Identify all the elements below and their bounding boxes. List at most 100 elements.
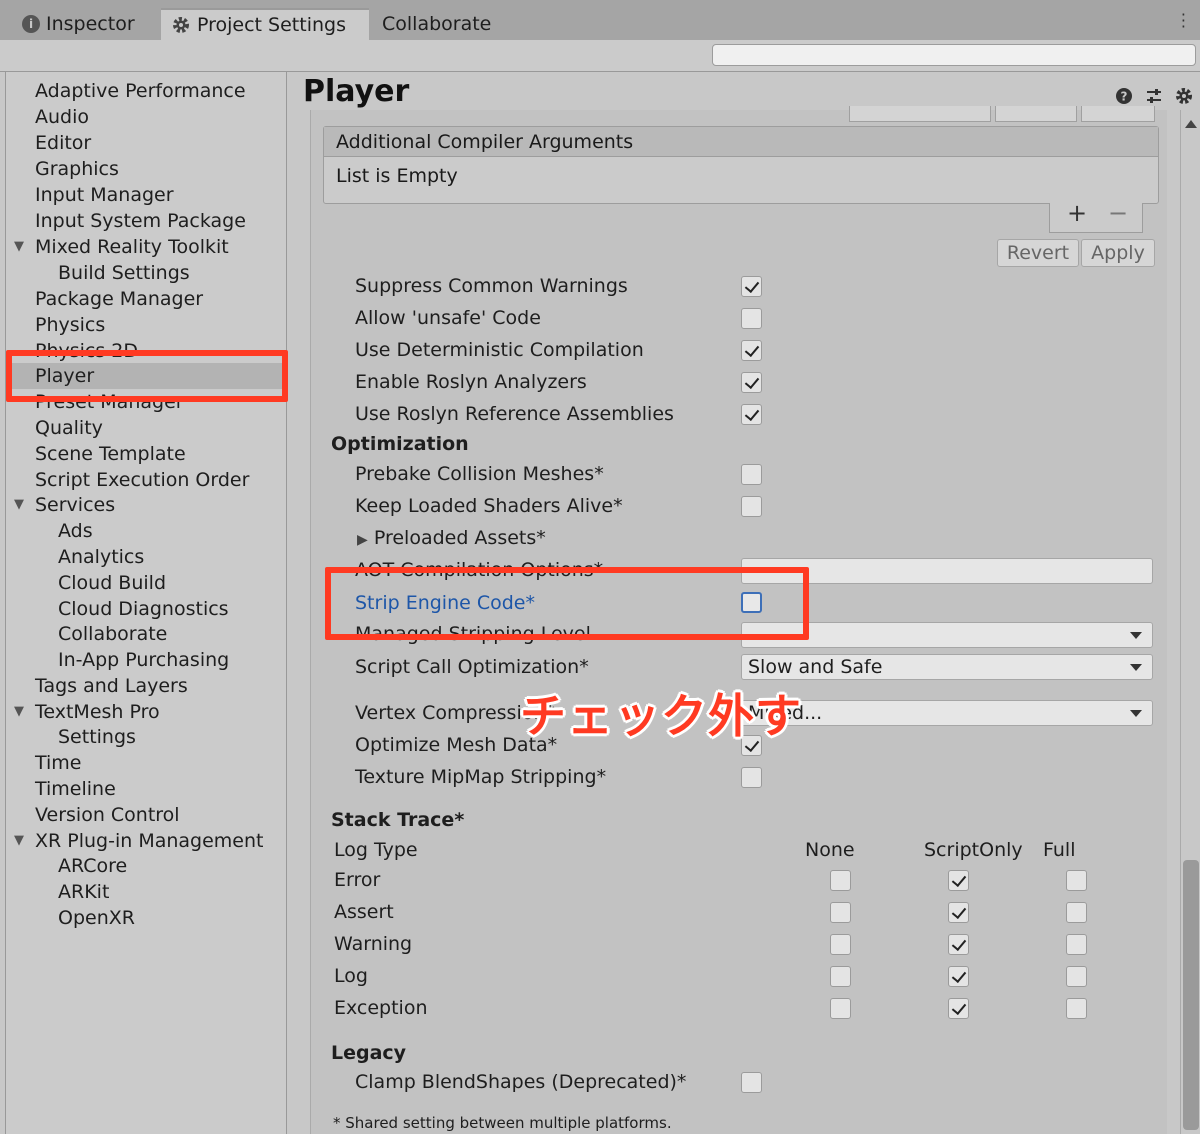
expand-arrow-icon[interactable]: ▼	[14, 492, 24, 518]
sidebar-item-in-app-purchasing[interactable]: In-App Purchasing	[6, 647, 286, 673]
sidebar-item-openxr[interactable]: OpenXR	[6, 905, 286, 931]
assert-full-checkbox[interactable]	[1066, 902, 1087, 923]
sidebar-item-label: Mixed Reality Toolkit	[35, 236, 229, 258]
sidebar-item-ads[interactable]: Ads	[6, 518, 286, 544]
sidebar-item-input-system-package[interactable]: Input System Package	[6, 208, 286, 234]
copy-defines-button[interactable]	[849, 106, 991, 122]
sidebar-item-textmesh-pro[interactable]: ▼ TextMesh Pro	[6, 699, 286, 725]
allow-unsafe-checkbox[interactable]	[741, 308, 762, 329]
sidebar-item-xr-plugin-management[interactable]: ▼ XR Plug-in Management	[6, 828, 286, 854]
sidebar-item-label: XR Plug-in Management	[35, 830, 264, 852]
error-full-checkbox[interactable]	[1066, 870, 1087, 891]
managed-stripping-dropdown[interactable]	[741, 622, 1153, 648]
sidebar-item-graphics[interactable]: Graphics	[6, 156, 286, 182]
sidebar-item-physics[interactable]: Physics	[6, 312, 286, 338]
tab-inspector[interactable]: i Inspector	[10, 8, 160, 40]
preloaded-assets-label: Preloaded Assets*	[373, 527, 546, 549]
list-add-remove: + −	[1049, 199, 1143, 233]
row-exception-label: Exception	[334, 997, 428, 1019]
script-call-dropdown[interactable]: Slow and Safe	[741, 654, 1153, 680]
settings-gear-icon[interactable]	[1174, 86, 1194, 106]
col-none-label: None	[805, 839, 855, 861]
exception-full-checkbox[interactable]	[1066, 998, 1087, 1019]
sidebar-item-arcore[interactable]: ARCore	[6, 853, 286, 879]
sidebar-item-scene-template[interactable]: Scene Template	[6, 441, 286, 467]
sidebar-item-package-manager[interactable]: Package Manager	[6, 286, 286, 312]
expand-arrow-icon[interactable]: ▼	[14, 234, 24, 260]
sidebar-item-analytics[interactable]: Analytics	[6, 544, 286, 570]
warning-none-checkbox[interactable]	[830, 934, 851, 955]
vertical-scrollbar[interactable]	[1180, 110, 1200, 1134]
tab-collaborate[interactable]: Collaborate	[370, 8, 510, 40]
error-none-checkbox[interactable]	[830, 870, 851, 891]
script-call-label: Script Call Optimization*	[355, 656, 589, 678]
aot-options-field[interactable]	[741, 558, 1153, 584]
sidebar-item-cloud-diagnostics[interactable]: Cloud Diagnostics	[6, 596, 286, 622]
sidebar-item-tags-and-layers[interactable]: Tags and Layers	[6, 673, 286, 699]
texture-mipmap-checkbox[interactable]	[741, 767, 762, 788]
apply-button[interactable]: Apply	[1081, 239, 1155, 267]
sidebar-item-build-settings[interactable]: Build Settings	[6, 260, 286, 286]
sidebar-item-cloud-build[interactable]: Cloud Build	[6, 570, 286, 596]
assert-none-checkbox[interactable]	[830, 902, 851, 923]
error-scriptonly-checkbox[interactable]	[948, 870, 969, 891]
revert-top-button[interactable]	[995, 106, 1077, 122]
sidebar-item-arkit[interactable]: ARKit	[6, 879, 286, 905]
vertex-compression-dropdown[interactable]: Mixed...	[741, 700, 1153, 726]
suppress-warnings-checkbox[interactable]	[741, 276, 762, 297]
remove-icon[interactable]: −	[1108, 199, 1128, 227]
revert-button[interactable]: Revert	[997, 239, 1079, 267]
assert-scriptonly-checkbox[interactable]	[948, 902, 969, 923]
keep-shaders-checkbox[interactable]	[741, 496, 762, 517]
preloaded-assets-foldout[interactable]: ▶ Preloaded Assets*	[357, 527, 546, 549]
roslyn-analyzers-checkbox[interactable]	[741, 372, 762, 393]
apply-top-button[interactable]	[1081, 106, 1155, 122]
page-title: Player	[303, 74, 410, 109]
sidebar-item-input-manager[interactable]: Input Manager	[6, 182, 286, 208]
sidebar-item-editor[interactable]: Editor	[6, 130, 286, 156]
sidebar-item-version-control[interactable]: Version Control	[6, 802, 286, 828]
scroll-up-arrow-icon[interactable]	[1185, 120, 1197, 128]
sidebar-item-timeline[interactable]: Timeline	[6, 776, 286, 802]
expand-arrow-icon[interactable]: ▼	[14, 699, 24, 725]
sidebar-item-physics-2d[interactable]: Physics 2D	[6, 338, 286, 364]
log-none-checkbox[interactable]	[830, 966, 851, 987]
sidebar-item-time[interactable]: Time	[6, 750, 286, 776]
kebab-menu-icon[interactable]: · · ·	[1181, 7, 1186, 35]
log-scriptonly-checkbox[interactable]	[948, 966, 969, 987]
warning-full-checkbox[interactable]	[1066, 934, 1087, 955]
compiler-arguments-list: Additional Compiler Arguments List is Em…	[323, 126, 1159, 204]
settings-sidebar: Adaptive Performance Audio Editor Graphi…	[5, 72, 287, 1134]
sidebar-item-services[interactable]: ▼ Services	[6, 492, 286, 518]
search-input[interactable]	[712, 44, 1196, 66]
sidebar-item-player[interactable]: Player	[6, 363, 286, 389]
sidebar-item-script-execution-order[interactable]: Script Execution Order	[6, 467, 286, 493]
tab-project-settings[interactable]: Project Settings	[161, 8, 369, 40]
help-icon[interactable]: ?	[1114, 86, 1134, 106]
warning-scriptonly-checkbox[interactable]	[948, 934, 969, 955]
sidebar-item-quality[interactable]: Quality	[6, 415, 286, 441]
expand-arrow-icon[interactable]: ▼	[14, 828, 24, 854]
gear-icon	[173, 17, 189, 33]
scroll-thumb[interactable]	[1183, 860, 1199, 1130]
exception-none-checkbox[interactable]	[830, 998, 851, 1019]
add-icon[interactable]: +	[1067, 199, 1087, 227]
sidebar-item-mixed-reality-toolkit[interactable]: ▼ Mixed Reality Toolkit	[6, 234, 286, 260]
sidebar-item-adaptive-performance[interactable]: Adaptive Performance	[6, 78, 286, 104]
preset-sliders-icon[interactable]	[1144, 86, 1164, 106]
sidebar-item-audio[interactable]: Audio	[6, 104, 286, 130]
roslyn-reference-checkbox[interactable]	[741, 404, 762, 425]
strip-engine-code-checkbox[interactable]	[741, 592, 762, 613]
prebake-checkbox[interactable]	[741, 464, 762, 485]
exception-scriptonly-checkbox[interactable]	[948, 998, 969, 1019]
deterministic-checkbox[interactable]	[741, 340, 762, 361]
sidebar-item-preset-manager[interactable]: Preset Manager	[6, 389, 286, 415]
deterministic-label: Use Deterministic Compilation	[355, 339, 644, 361]
dropdown-arrow-icon	[1130, 664, 1142, 671]
sidebar-item-collaborate[interactable]: Collaborate	[6, 621, 286, 647]
clamp-blendshapes-checkbox[interactable]	[741, 1072, 762, 1093]
log-full-checkbox[interactable]	[1066, 966, 1087, 987]
info-icon: i	[22, 15, 40, 33]
sidebar-item-textmesh-settings[interactable]: Settings	[6, 724, 286, 750]
header-icons: ?	[1114, 86, 1194, 106]
